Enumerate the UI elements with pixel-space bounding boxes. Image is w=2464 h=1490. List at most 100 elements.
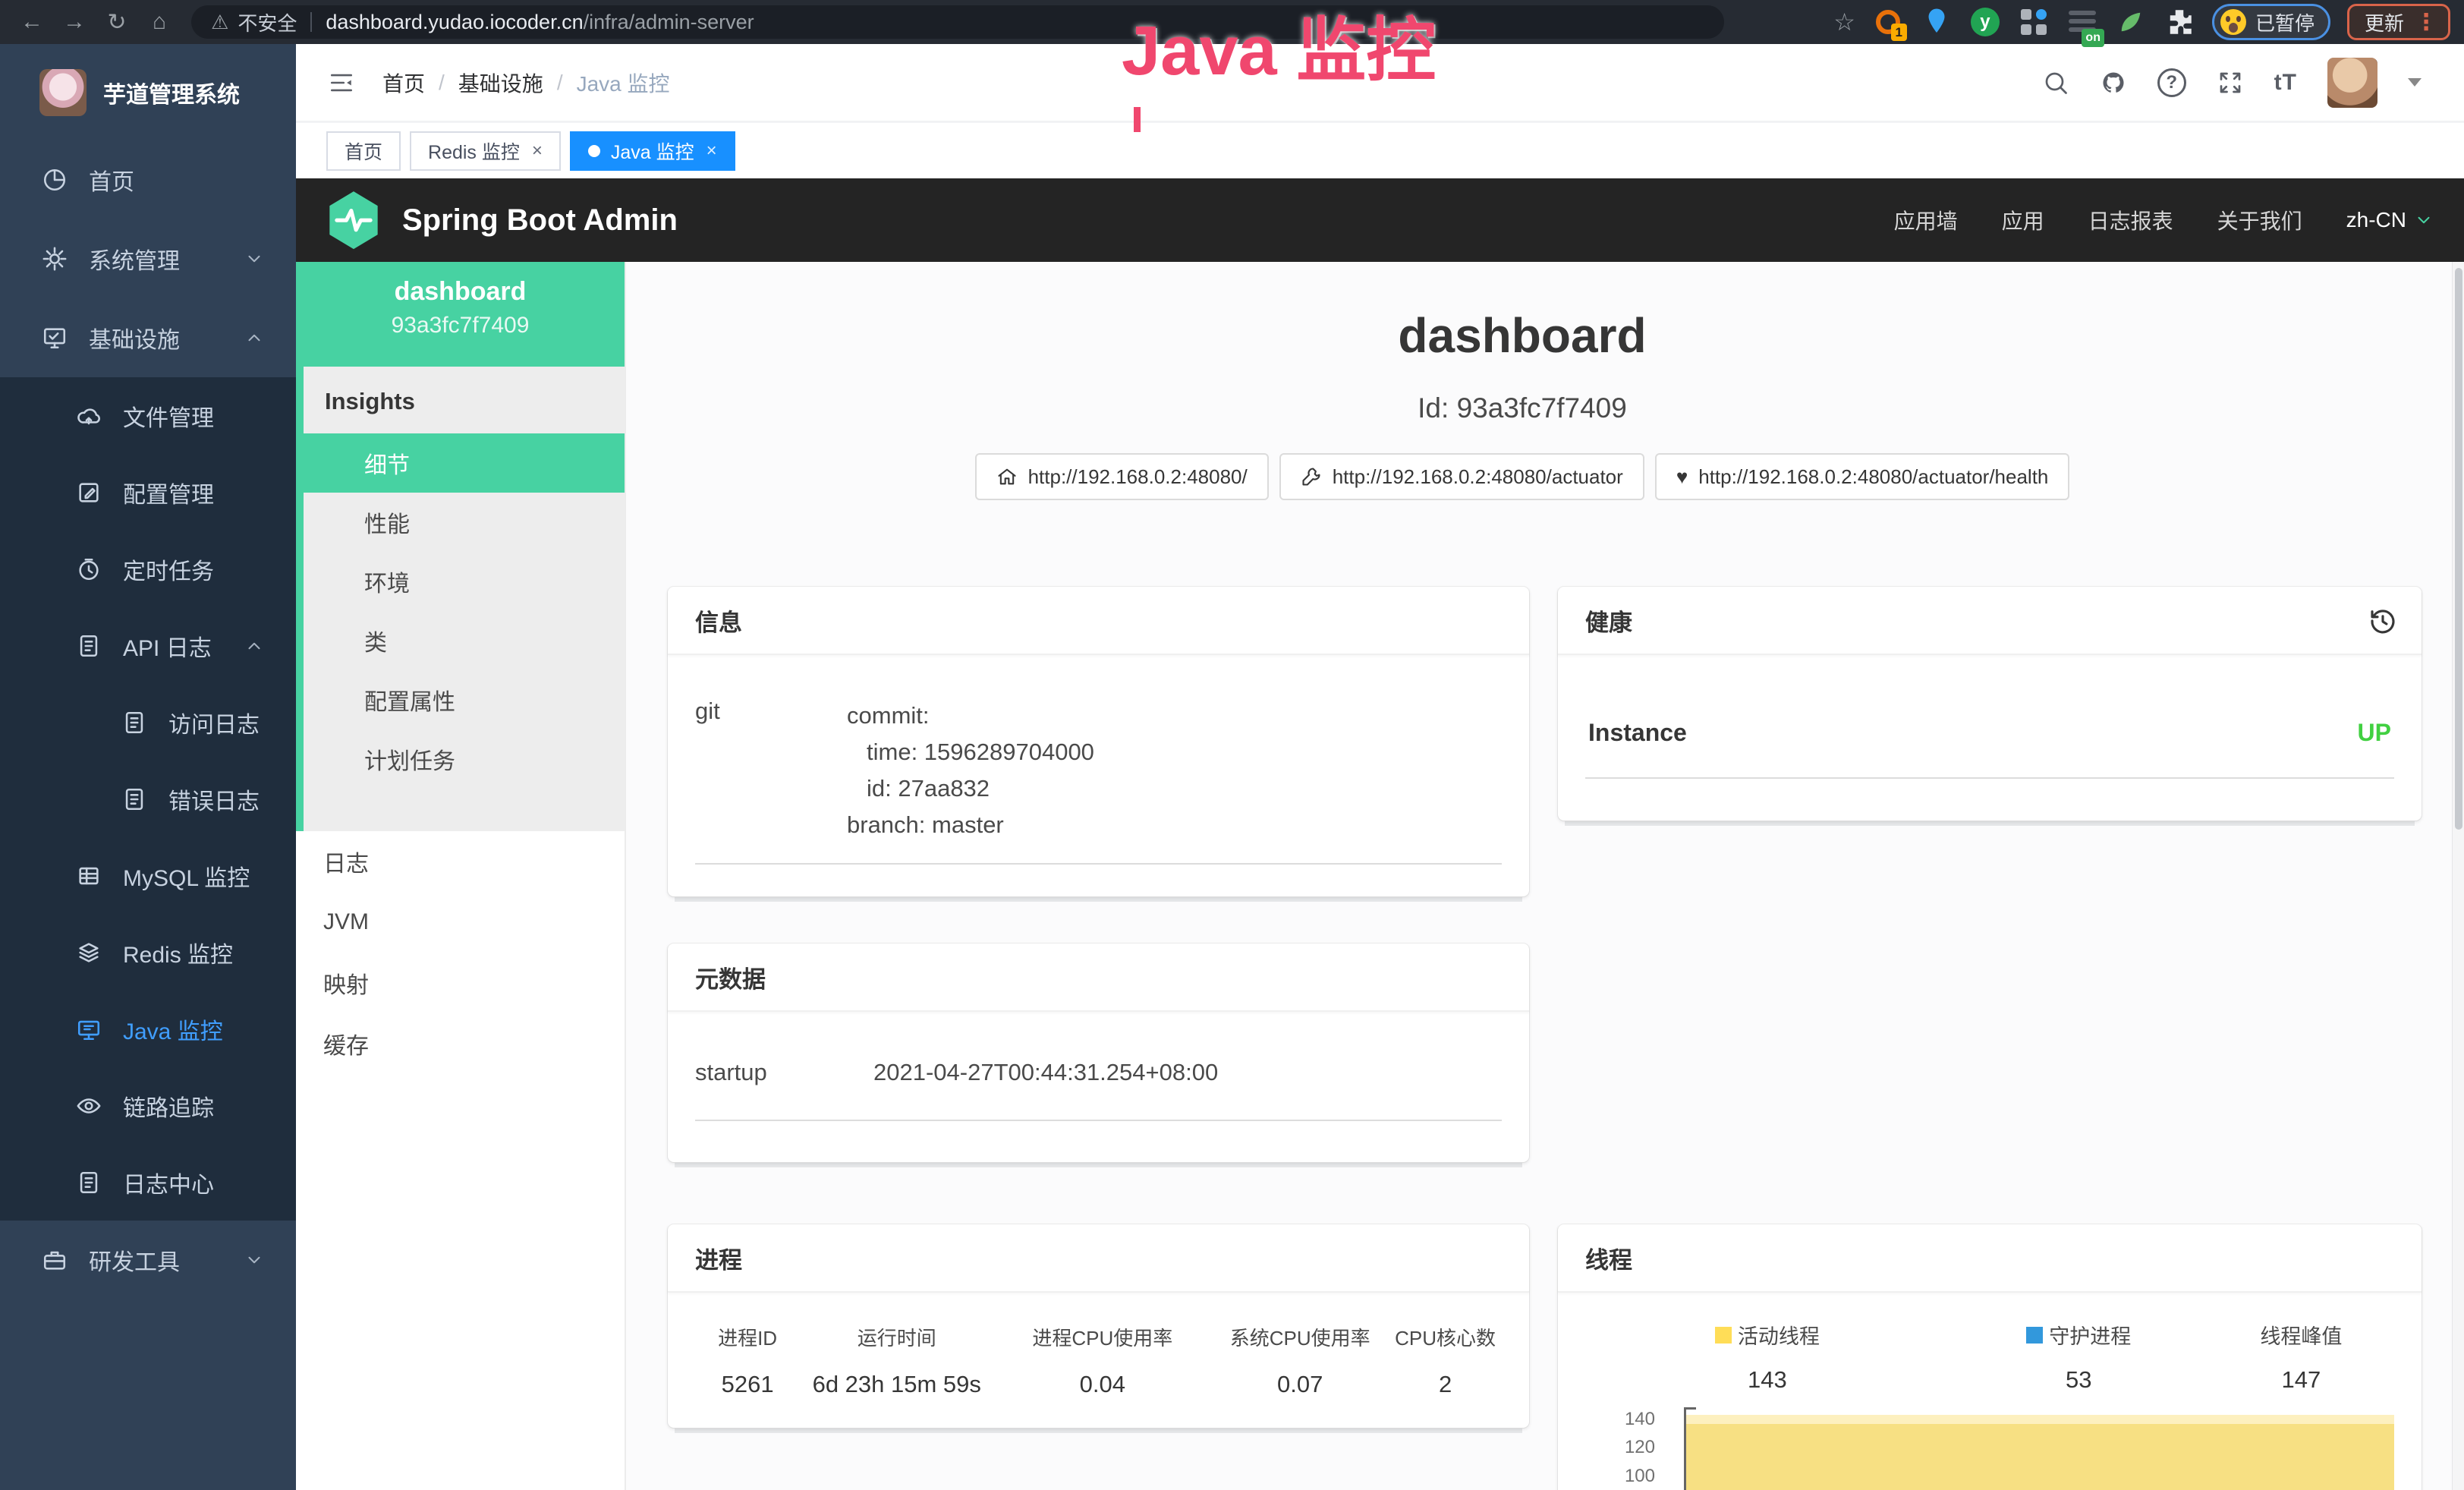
tab-close-icon[interactable]: × [532,140,543,162]
extension-pin-icon[interactable] [1921,6,1953,38]
collapse-sidebar-icon[interactable] [326,70,357,96]
group-label: Insights [304,367,625,433]
extension-grid-icon[interactable] [2018,6,2050,38]
sidebar-item-api-log[interactable]: API 日志 [0,607,296,684]
history-icon[interactable] [2367,605,2399,637]
sidebar-item-infra[interactable]: 基础设施 [0,298,296,377]
sba-item-environment[interactable]: 环境 [304,552,625,611]
search-icon[interactable] [2042,69,2069,96]
sba-logo-icon [325,189,382,251]
chart-area-series [1686,1415,2394,1490]
extensions-puzzle-icon[interactable] [2163,6,2195,38]
extension-leaf-icon[interactable] [2115,6,2147,38]
sidebar-item-access-log[interactable]: 访问日志 [0,684,296,761]
browser-profile-button[interactable]: 已暂停 [2212,4,2330,40]
sidebar-item-redis-monitor[interactable]: Redis 监控 [0,914,296,991]
sba-item-scheduled-tasks[interactable]: 计划任务 [304,729,625,789]
fullscreen-icon[interactable] [2217,69,2244,96]
sidebar-item-dev-tools[interactable]: 研发工具 [0,1221,296,1299]
forward-icon[interactable]: → [53,9,96,35]
sidebar-item-mysql-monitor[interactable]: MySQL 监控 [0,837,296,914]
user-avatar[interactable] [2327,58,2377,108]
sba-nav-about[interactable]: 关于我们 [2217,205,2302,235]
sba-item-details[interactable]: 细节 [296,433,625,493]
sidebar-item-error-log[interactable]: 错误日志 [0,761,296,837]
extension-orange-icon[interactable]: 1 [1872,6,1904,38]
card-title: 健康 [1558,587,2422,655]
back-icon[interactable]: ← [11,9,53,35]
screen: ← → ↻ ⌂ ⚠ 不安全 dashboard.yudao.iocoder.cn… [0,0,2464,1490]
bookmark-star-icon[interactable]: ☆ [1833,8,1855,36]
sba-nav-journal[interactable]: 日志报表 [2088,205,2173,235]
legend-peak-threads: 线程峰值 [2260,1320,2342,1350]
url-path: /infra/admin-server [584,11,754,34]
sidebar-logo[interactable]: 芋道管理系统 [0,44,296,140]
tab-redis-monitor[interactable]: Redis 监控 × [410,131,561,171]
sba-item-metrics[interactable]: 性能 [304,493,625,552]
legend-live-threads: 活动线程 [1715,1320,1820,1350]
sba-instance-header[interactable]: dashboard 93a3fc7f7409 [296,262,625,367]
scrollbar-thumb[interactable] [2455,268,2462,830]
brand-title: 芋道管理系统 [103,76,240,109]
tab-home[interactable]: 首页 [326,131,401,171]
chevron-down-icon [244,1250,264,1270]
sba-item-config-props[interactable]: 配置属性 [304,670,625,729]
actuator-url-button[interactable]: http://192.168.0.2:48080/actuator [1279,453,1644,500]
process-id: 5261 [695,1371,800,1398]
log-icon [76,633,102,659]
browser-update-button[interactable]: 更新 ⋮ [2347,4,2450,40]
reload-icon[interactable]: ↻ [96,9,138,36]
briefcase-icon [42,1247,68,1273]
health-status-badge: UP [2358,719,2391,747]
info-card: 信息 git commit: time: 1596289704000 id: 2… [668,587,1529,896]
log-icon [121,710,147,736]
sba-language-select[interactable]: zh-CN [2346,208,2434,232]
breadcrumb-home[interactable]: 首页 [382,68,425,98]
process-cpu: 0.04 [993,1371,1211,1398]
annotation-mark [1134,107,1141,132]
tab-java-monitor[interactable]: Java 监控 × [570,131,735,171]
sidebar-item-java-monitor[interactable]: Java 监控 [0,991,296,1067]
health-url-button[interactable]: ♥ http://192.168.0.2:48080/actuator/heal… [1655,453,2070,500]
sidebar-item-config-manage[interactable]: 配置管理 [0,454,296,531]
update-label: 更新 [2365,8,2404,36]
sidebar-item-system[interactable]: 系统管理 [0,219,296,298]
profile-paused-label: 已暂停 [2255,8,2315,36]
breadcrumb-infra[interactable]: 基础设施 [458,68,543,98]
browser-home-icon[interactable]: ⌂ [138,9,181,35]
extension-green-icon[interactable]: y [1969,6,2001,38]
scrollbar-track[interactable] [2452,262,2464,1490]
sba-nav-applications[interactable]: 应用 [2002,205,2044,235]
instance-id-line: Id: 93a3fc7f7409 [626,392,2418,424]
sidebar-item-log-center[interactable]: 日志中心 [0,1144,296,1221]
tab-close-icon[interactable]: × [706,140,717,162]
help-icon[interactable]: ? [2157,68,2186,97]
sidebar-item-home[interactable]: 首页 [0,140,296,219]
sba-item-jvm[interactable]: JVM [296,892,625,953]
active-tab-dot [588,145,600,157]
info-key: git [695,698,847,843]
avatar-caret-icon[interactable] [2408,78,2422,87]
sidebar-item-tracing[interactable]: 链路追踪 [0,1067,296,1144]
service-url-button[interactable]: http://192.168.0.2:48080/ [975,453,1269,500]
extension-list-icon[interactable]: on [2066,6,2098,38]
health-instance-label: Instance [1588,719,1687,747]
github-icon[interactable] [2100,69,2127,96]
instance-name: dashboard [296,277,625,307]
sba-item-logs[interactable]: 日志 [296,831,625,892]
daemon-threads-value: 53 [2066,1366,2091,1393]
log-icon [121,786,147,812]
sidebar-item-scheduled-tasks[interactable]: 定时任务 [0,531,296,607]
home-icon [996,466,1018,487]
address-bar[interactable]: ⚠ 不安全 dashboard.yudao.iocoder.cn/infra/a… [191,5,1724,39]
browser-menu-icon[interactable]: ⋮ [2415,9,2437,36]
sba-item-caches[interactable]: 缓存 [296,1013,625,1074]
sba-item-mappings[interactable]: 映射 [296,953,625,1013]
sba-nav-wallboard[interactable]: 应用墙 [1894,205,1958,235]
sba-item-classes[interactable]: 类 [304,611,625,670]
sidebar-item-file-manage[interactable]: 文件管理 [0,377,296,454]
font-size-icon[interactable]: tT [2274,70,2297,96]
gear-icon [42,246,68,272]
dashboard-icon [42,167,68,193]
sba-content: dashboard Id: 93a3fc7f7409 http://192.16… [626,262,2464,1490]
